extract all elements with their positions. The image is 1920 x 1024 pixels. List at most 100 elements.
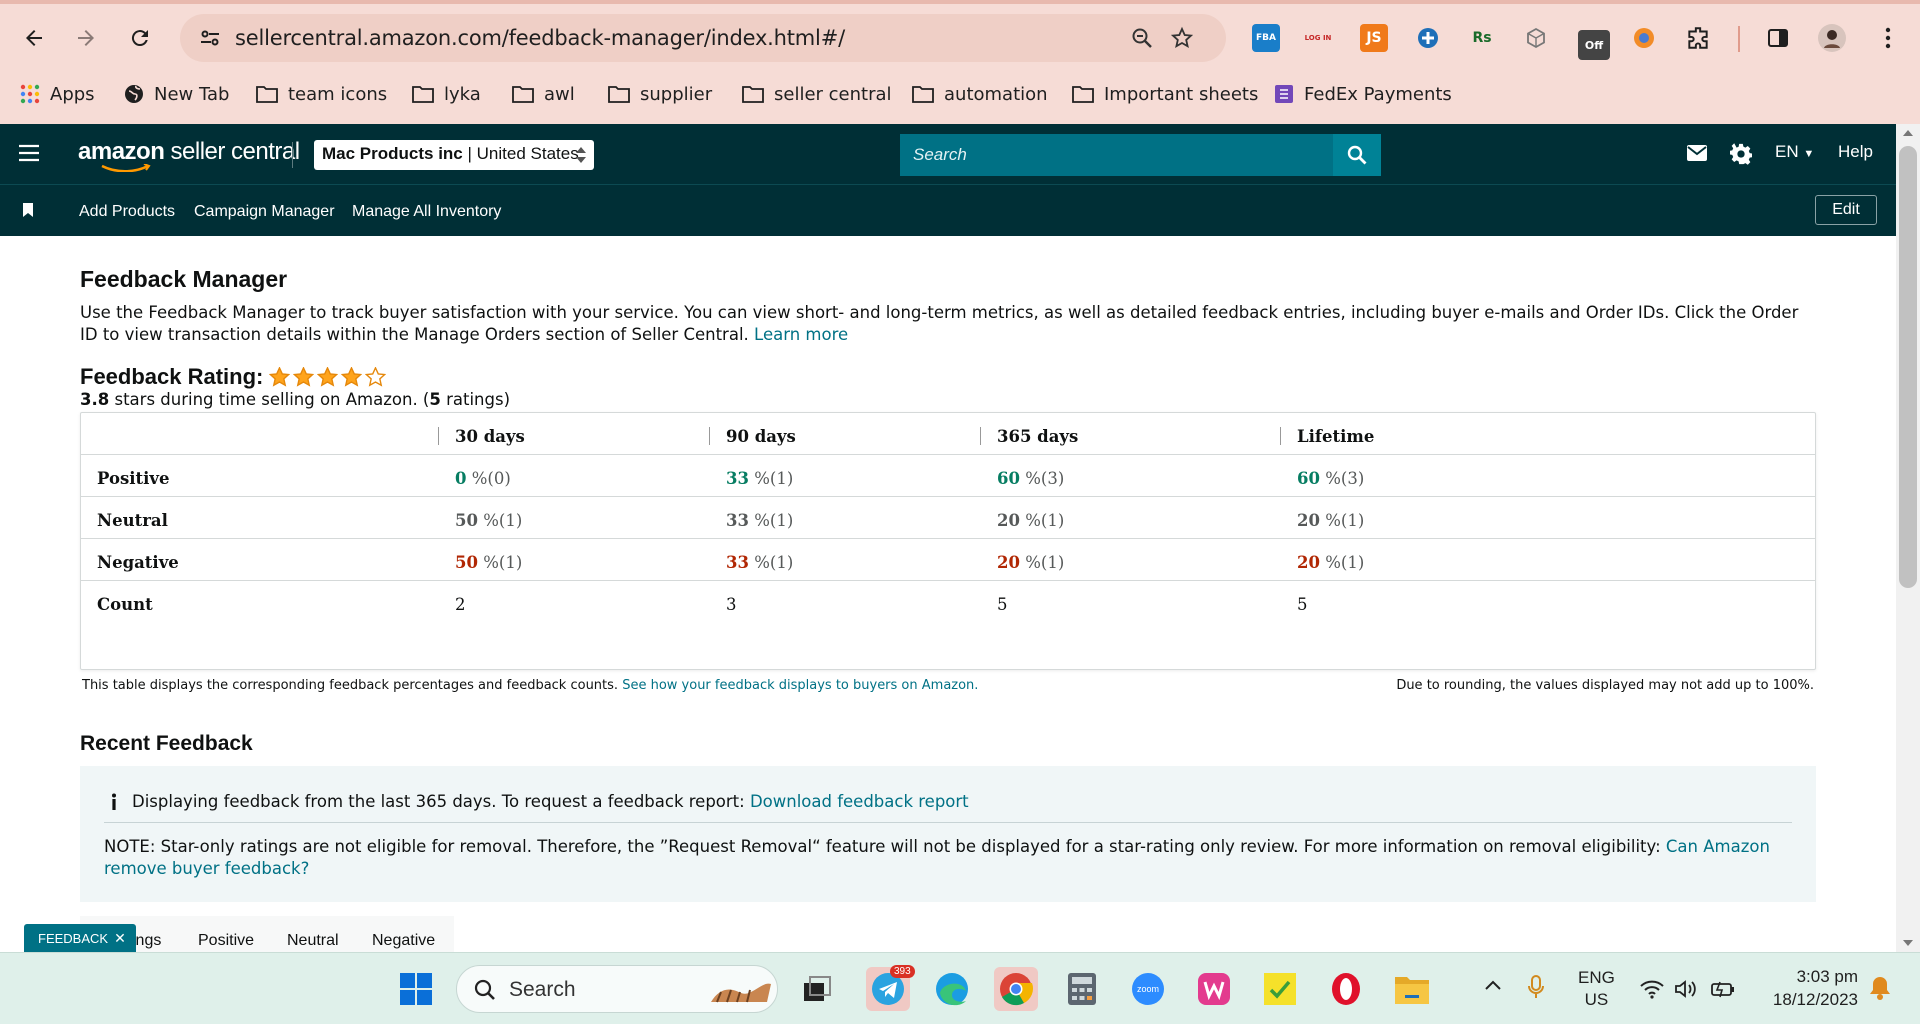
marketplace-selector[interactable]: Mac Products inc | United States (314, 140, 594, 170)
header-search-button[interactable] (1333, 134, 1381, 176)
zoom-app[interactable]: zoom (1126, 967, 1170, 1011)
help-link[interactable]: Help (1838, 142, 1873, 162)
seller-central-logo[interactable]: amazon seller central (78, 138, 300, 172)
profile-avatar[interactable] (1818, 24, 1846, 52)
page-scrollbar[interactable] (1896, 124, 1920, 952)
cube-extension-icon[interactable] (1522, 24, 1550, 52)
empty-star-icon (365, 367, 387, 387)
forward-button[interactable] (68, 20, 104, 56)
bookmark-folder-team-icons[interactable]: team icons (256, 80, 387, 108)
nav-manage-all-inventory[interactable]: Manage All Inventory (352, 203, 501, 221)
negative-90-days: 33 %(1) (726, 553, 793, 572)
row-label: Neutral (97, 511, 168, 530)
bookmark-label: FedEx Payments (1304, 83, 1452, 105)
buyer-display-link[interactable]: See how your feedback displays to buyers… (622, 678, 978, 693)
bookmark-star-icon[interactable] (1170, 26, 1194, 50)
bookmark-apps[interactable]: Apps (20, 80, 95, 108)
task-view-icon (804, 976, 831, 1001)
microphone-icon[interactable] (1528, 975, 1544, 999)
percent-value: 20 (997, 511, 1020, 530)
extensions-puzzle-icon[interactable] (1684, 24, 1712, 52)
taskbar-search-box[interactable]: Search (456, 965, 778, 1013)
messages-mail-icon[interactable] (1686, 144, 1708, 162)
start-button[interactable] (394, 967, 438, 1011)
address-bar[interactable]: sellercentral.amazon.com/feedback-manage… (180, 14, 1226, 62)
removal-note-text: NOTE: Star-only ratings are not eligible… (104, 837, 1661, 856)
bookmark-folder-important-sheets[interactable]: Important sheets (1072, 80, 1258, 108)
close-icon[interactable]: ✕ (114, 930, 126, 947)
wifi-icon[interactable] (1640, 979, 1664, 999)
region-code: US (1584, 990, 1609, 1009)
input-language-indicator[interactable]: ENG US (1578, 967, 1615, 1011)
site-settings-icon[interactable] (198, 26, 222, 50)
header-90-days: 90 days (726, 427, 796, 446)
count-365-days: 5 (997, 595, 1008, 614)
edge-app[interactable] (930, 967, 974, 1011)
plus-extension-icon[interactable] (1414, 24, 1442, 52)
count-lifetime: 5 (1297, 595, 1308, 614)
header-search-input[interactable]: Search (900, 134, 1333, 176)
scroll-up-arrow-icon[interactable] (1903, 130, 1913, 136)
bookmark-folder-seller-central[interactable]: seller central (742, 80, 892, 108)
sticky-notes-app[interactable] (1258, 967, 1302, 1011)
bookmark-folder-supplier[interactable]: supplier (608, 80, 712, 108)
bookmark-label: Apps (50, 83, 95, 105)
rs-extension-icon[interactable]: Rs (1468, 24, 1496, 52)
bookmark-ribbon-icon[interactable] (22, 203, 34, 217)
percent-count: %(1) (748, 469, 794, 488)
settings-gear-icon[interactable] (1730, 143, 1752, 165)
zoom-icon[interactable] (1130, 26, 1154, 50)
opera-app[interactable] (1324, 967, 1368, 1011)
file-explorer-app[interactable] (1390, 967, 1434, 1011)
language-selector[interactable]: EN ▼ (1775, 142, 1814, 162)
percent-count: %(1) (1319, 553, 1365, 572)
edit-bookmarks-button[interactable]: Edit (1815, 195, 1877, 225)
recent-feedback-info-box: Displaying feedback from the last 365 da… (80, 766, 1816, 902)
bookmark-fedex-payments[interactable]: FedEx Payments (1274, 80, 1452, 108)
scrollbar-thumb[interactable] (1899, 146, 1917, 588)
notification-bell-icon[interactable] (1868, 975, 1892, 1001)
side-panel-icon[interactable] (1764, 24, 1792, 52)
battery-icon[interactable] (1710, 979, 1736, 999)
telegram-app[interactable]: 393 (866, 965, 915, 1011)
learn-more-link[interactable]: Learn more (754, 325, 848, 344)
bookmark-folder-awl[interactable]: awl (512, 80, 575, 108)
filled-star-icon (341, 367, 363, 387)
feedback-floating-tab[interactable]: FEEDBACK ✕ (24, 924, 136, 952)
tab-negative[interactable]: Negative (372, 932, 435, 950)
nav-add-products[interactable]: Add Products (79, 203, 175, 221)
clock-time: 3:03 pm (1796, 967, 1858, 986)
nav-campaign-manager[interactable]: Campaign Manager (194, 203, 335, 221)
js-extension-icon[interactable]: JS (1360, 24, 1388, 52)
negative-lifetime: 20 %(1) (1297, 553, 1364, 572)
scroll-down-arrow-icon[interactable] (1903, 940, 1913, 946)
fba-extension-icon[interactable]: FBA (1252, 24, 1280, 52)
back-button[interactable] (16, 20, 52, 56)
off-extension-icon[interactable]: Off (1578, 30, 1610, 60)
reload-button[interactable] (122, 20, 158, 56)
volume-icon[interactable] (1674, 979, 1698, 999)
tab-positive[interactable]: Positive (198, 932, 254, 950)
clock[interactable]: 3:03 pm 18/12/2023 (1758, 965, 1858, 1011)
description-text: Use the Feedback Manager to track buyer … (80, 303, 1799, 344)
bookmark-label: awl (544, 83, 575, 105)
hamburger-menu-icon[interactable] (18, 144, 40, 162)
tab-all-ratings[interactable]: ings (132, 932, 161, 950)
calculator-app[interactable] (1060, 967, 1104, 1011)
login-extension-icon[interactable]: LOG IN (1304, 24, 1332, 52)
tray-overflow-chevron-icon[interactable] (1484, 979, 1502, 991)
download-report-link[interactable]: Download feedback report (750, 792, 969, 811)
bookmark-folder-lyka[interactable]: lyka (412, 80, 481, 108)
browser-menu-icon[interactable] (1874, 24, 1902, 52)
bookmark-new-tab[interactable]: New Tab (124, 80, 229, 108)
percent-value: 50 (455, 553, 478, 572)
wps-office-app[interactable] (1192, 967, 1236, 1011)
tab-neutral[interactable]: Neutral (287, 932, 339, 950)
percent-value: 60 (997, 469, 1020, 488)
firefox-like-extension-icon[interactable] (1630, 24, 1658, 52)
chrome-app[interactable] (994, 967, 1038, 1011)
bookmark-folder-automation[interactable]: automation (912, 80, 1048, 108)
url-text[interactable]: sellercentral.amazon.com/feedback-manage… (235, 26, 845, 50)
neutral-365-days: 20 %(1) (997, 511, 1064, 530)
task-view-button[interactable] (795, 967, 839, 1011)
